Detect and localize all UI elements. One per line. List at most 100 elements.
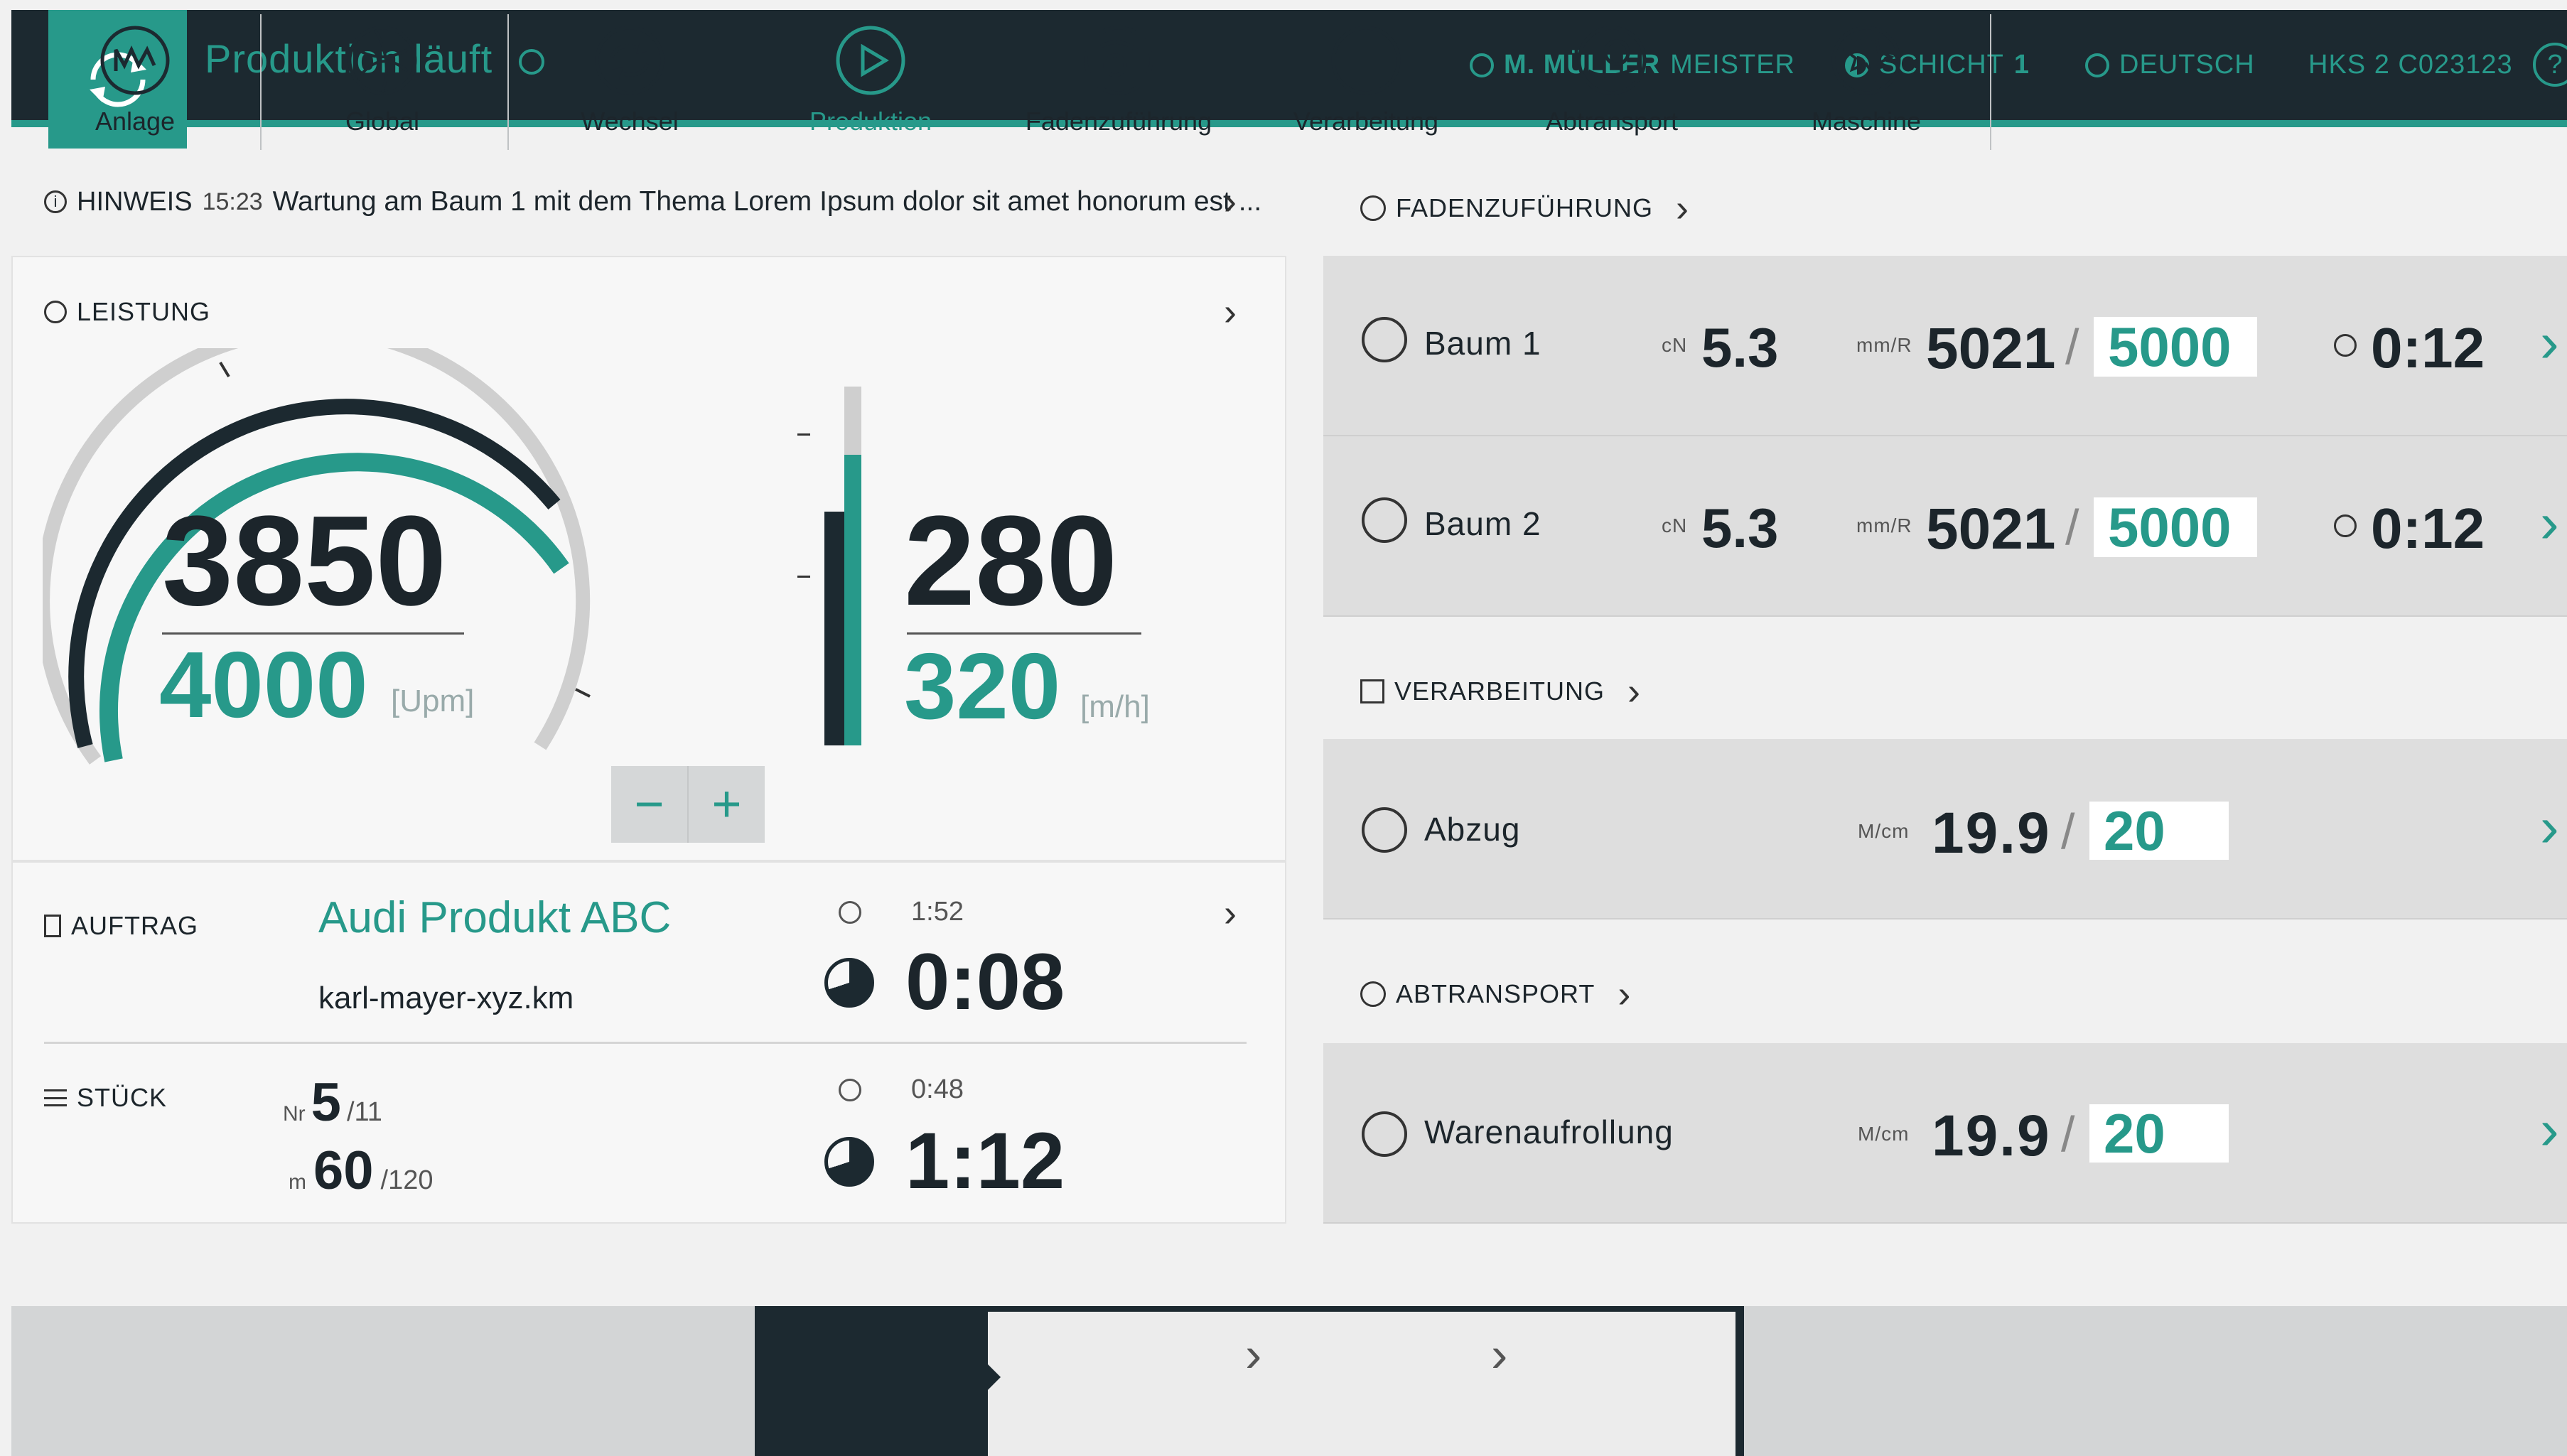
chevron-right-icon[interactable]: › [2540, 1097, 2559, 1163]
piece-time-big: 1:12 [905, 1116, 1065, 1205]
speed-unit: [Upm] [391, 684, 475, 718]
verarbeitung-header[interactable]: VERARBEITUNG › [1360, 672, 1641, 711]
timer-icon [2334, 334, 2357, 357]
nav-anlage-label: Anlage [95, 107, 176, 136]
m-total: /120 [380, 1165, 434, 1195]
nr-prefix: Nr [283, 1102, 306, 1126]
piece-meters: m 60 /120 [289, 1140, 434, 1202]
warenaufrollung-name: Warenaufrollung [1424, 1113, 1674, 1150]
warenaufrollung-unit: M/cm [1858, 1123, 1910, 1145]
fadenzufuehrung-label: FADENZUFÜHRUNG [1396, 193, 1653, 222]
chevron-right-icon[interactable]: › [2540, 310, 2559, 375]
baum-2-cn-value: 5.3 [1701, 497, 1779, 559]
cn-unit: cN [1662, 514, 1688, 536]
list-icon [44, 1089, 67, 1106]
chevron-right-icon: › [1618, 973, 1632, 1015]
auftrag-header: AUFTRAG [44, 911, 198, 941]
abtransport-icon [1577, 26, 1647, 95]
increase-button[interactable]: + [689, 766, 765, 843]
chevron-right-icon: › [1491, 1327, 1508, 1382]
transport-icon [1360, 981, 1386, 1007]
clock-icon [839, 901, 861, 924]
notice-time: 15:23 [202, 188, 263, 215]
auftrag-chevron-icon[interactable]: › [1224, 894, 1237, 932]
nav-produktion-label: Produktion [809, 107, 932, 136]
stueck-header: STÜCK [44, 1083, 167, 1113]
rotation-icon [1362, 317, 1407, 362]
takeoff-icon [1362, 807, 1407, 853]
abtransport-header[interactable]: ABTRANSPORT › [1360, 975, 1631, 1013]
rate-unit: [m/h] [1080, 689, 1150, 724]
produktion-icon [836, 26, 905, 95]
leistung-label: LEISTUNG [77, 297, 211, 326]
baum-2-time: 0:12 [2371, 497, 2485, 560]
chevron-right-icon[interactable]: › [2540, 490, 2559, 556]
clock-icon [839, 1079, 861, 1101]
order-product-name[interactable]: Audi Produkt ABC [318, 893, 671, 943]
m-prefix: m [289, 1170, 306, 1194]
nav-global[interactable]: Global [259, 0, 506, 150]
cn-unit: cN [1662, 334, 1688, 356]
thread-feed-icon [1360, 195, 1386, 221]
abzug-target[interactable]: 20 [2089, 802, 2229, 860]
notice-bar[interactable]: i HINWEIS 15:23 Wartung am Baum 1 mit de… [44, 186, 1261, 217]
decrease-button[interactable]: − [611, 766, 689, 843]
machine-id-text: HKS 2 C023123 [2308, 50, 2513, 80]
machine-id: HKS 2 C023123 [2308, 50, 2513, 80]
order-time-small: 1:52 [911, 897, 964, 927]
abzug-name: Abzug [1424, 811, 1521, 848]
rotation-icon [1362, 497, 1407, 543]
nav-wechsel[interactable]: Wechsel [506, 0, 753, 150]
baum-2-actual: 5021 [1926, 497, 2056, 561]
info-icon: i [44, 190, 67, 213]
nav-verarbeitung-label: Verarbeitung [1293, 107, 1439, 136]
abtransport-label: ABTRANSPORT [1396, 979, 1595, 1008]
chevron-right-icon[interactable]: › [2540, 794, 2559, 860]
nav-abtransport[interactable]: Abtransport [1488, 0, 1735, 150]
gauge-tick-right [575, 688, 591, 698]
nav-produktion[interactable]: Produktion [753, 0, 988, 150]
wechsel-icon [595, 26, 664, 95]
stopwatch-icon [824, 958, 874, 1008]
processing-icon [1360, 679, 1384, 703]
nr-value: 5 [311, 1072, 341, 1133]
warenaufrollung-actual: 19.9 [1932, 1104, 2051, 1168]
verarbeitung-icon [1331, 26, 1401, 95]
active-indicator [988, 1364, 1001, 1390]
nav-anlage[interactable]: Anlage [11, 0, 259, 150]
nav-fadenzufuehrung[interactable]: Fadenzuführung [995, 0, 1242, 150]
abzug-slash: / [2061, 804, 2075, 859]
mm-unit: mm/R [1856, 334, 1912, 356]
rate-bar-actual [844, 455, 861, 745]
leistung-chevron-icon[interactable]: › [1224, 293, 1237, 331]
global-icon [348, 26, 417, 95]
rate-bar-target [824, 512, 844, 745]
notice-chevron-icon[interactable]: › [1224, 182, 1237, 220]
rate-stepper: − + [611, 766, 765, 843]
fadenzufuehrung-icon [1084, 26, 1153, 95]
help-icon: ? [2547, 50, 2563, 80]
order-divider [44, 1042, 1247, 1044]
nav-verarbeitung[interactable]: Verarbeitung [1242, 0, 1490, 150]
baum-1-target[interactable]: 5000 [2094, 317, 2257, 377]
nav-separator [1990, 14, 1991, 150]
language-menu[interactable]: DEUTSCH [2085, 50, 2255, 80]
warenaufrollung-target[interactable]: 20 [2089, 1104, 2229, 1163]
speed-actual-value: 3850 [162, 490, 447, 632]
mm-unit: mm/R [1856, 514, 1912, 536]
baum-2-slash: / [2065, 500, 2079, 555]
gauge-icon [44, 301, 67, 323]
chevron-right-icon: › [1676, 187, 1689, 230]
nav-abtransport-label: Abtransport [1545, 107, 1679, 136]
rate-tick-mid [797, 576, 810, 578]
fadenzufuehrung-header[interactable]: FADENZUFÜHRUNG › [1360, 189, 1689, 227]
production-subgroup [988, 1312, 1735, 1456]
gauge-tick-top [219, 361, 230, 378]
baum-1-name: Baum 1 [1424, 325, 1541, 362]
baum-1-slash: / [2065, 319, 2079, 374]
nav-maschine[interactable]: Maschine [1743, 0, 1990, 150]
notice-label: HINWEIS [77, 186, 193, 217]
nr-total: /11 [346, 1097, 382, 1127]
baum-2-target[interactable]: 5000 [2094, 497, 2257, 557]
rate-target-value: 320 [904, 634, 1061, 738]
